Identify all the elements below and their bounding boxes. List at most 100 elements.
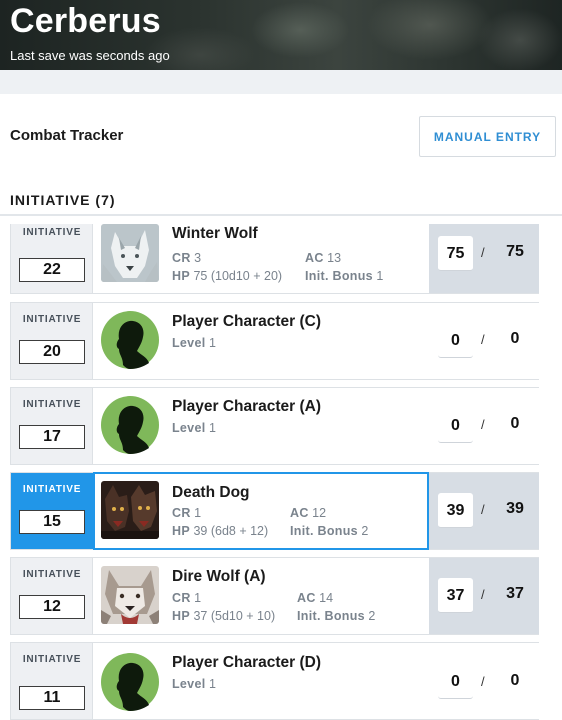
initiative-cell: INITIATIVE 12 <box>11 558 93 634</box>
cr-stat: CR 1 <box>172 506 201 520</box>
initiative-input[interactable]: 22 <box>19 258 85 282</box>
player-silhouette-icon <box>101 311 159 369</box>
combatant-info[interactable]: Dire Wolf (A) CR 1 AC 14 HP 37 (5d10 + 1… <box>93 558 429 634</box>
init-bonus-stat: Init. Bonus 2 <box>290 524 368 538</box>
initiative-cell: INITIATIVE 15 <box>11 473 93 549</box>
cr-value: 1 <box>194 506 202 520</box>
init-bonus-label: Init. Bonus <box>290 524 358 538</box>
initiative-input[interactable]: 12 <box>19 595 85 619</box>
hp-label: HP <box>172 524 190 538</box>
hp-current-input[interactable]: 0 <box>438 664 473 699</box>
ac-value: 14 <box>319 591 334 605</box>
hp-current-input[interactable]: 75 <box>438 236 473 271</box>
init-bonus-value: 1 <box>376 269 384 283</box>
initiative-cell: INITIATIVE 17 <box>11 388 93 464</box>
header-divider <box>0 70 562 94</box>
save-status: Last save was seconds ago <box>10 48 170 63</box>
hp-stat: HP 39 (6d8 + 12) <box>172 524 268 538</box>
combatant-info[interactable]: Player Character (D) Level 1 <box>93 643 429 719</box>
hp-cell: 0 / 0 <box>429 303 539 379</box>
cr-value: 1 <box>194 591 202 605</box>
combatant-name: Player Character (D) <box>172 654 322 671</box>
level-label: Level <box>172 677 206 691</box>
init-bonus-label: Init. Bonus <box>297 609 365 623</box>
hp-current-input[interactable]: 0 <box>438 408 473 443</box>
hp-cell: 37 / 37 <box>429 558 539 634</box>
hp-stat: HP 37 (5d10 + 10) <box>172 609 275 623</box>
level-value: 1 <box>208 421 216 435</box>
initiative-label: INITIATIVE <box>22 654 82 665</box>
hp-separator: / <box>481 502 485 517</box>
init-bonus-stat: Init. Bonus 2 <box>297 609 375 623</box>
hp-cell: 75 / 75 <box>429 224 539 293</box>
hp-label: HP <box>172 269 190 283</box>
initiative-label: INITIATIVE <box>22 569 82 580</box>
hp-cell: 39 / 39 <box>429 473 539 549</box>
initiative-input[interactable]: 11 <box>19 686 85 710</box>
ac-stat: AC 13 <box>305 251 341 265</box>
page-title: Combat Tracker <box>10 127 124 144</box>
encounter-title: Cerberus <box>10 2 161 40</box>
hp-stat: HP 75 (10d10 + 20) <box>172 269 282 283</box>
hp-current-input[interactable]: 0 <box>438 323 473 358</box>
combatant-name: Death Dog <box>172 484 250 501</box>
level-stat: Level 1 <box>172 677 216 691</box>
combatant-row-active[interactable]: INITIATIVE 15 Death Dog CR 1 AC 12 HP 39… <box>10 472 539 550</box>
cr-value: 3 <box>194 251 202 265</box>
winter-wolf-portrait <box>101 224 159 282</box>
hp-max: 39 <box>506 500 524 517</box>
initiative-cell: INITIATIVE 22 <box>11 224 93 293</box>
combatant-row[interactable]: INITIATIVE 20 Player Character (C) Level… <box>10 302 539 380</box>
initiative-heading: INITIATIVE (7) <box>10 192 116 208</box>
combatant-row[interactable]: INITIATIVE 11 Player Character (D) Level… <box>10 642 539 720</box>
combatant-name: Player Character (A) <box>172 398 322 415</box>
cr-label: CR <box>172 591 191 605</box>
manual-entry-button[interactable]: MANUAL ENTRY <box>419 116 556 157</box>
hp-current-input[interactable]: 37 <box>438 578 473 613</box>
ac-label: AC <box>297 591 316 605</box>
level-stat: Level 1 <box>172 421 216 435</box>
init-bonus-value: 2 <box>368 609 376 623</box>
combatant-name: Dire Wolf (A) <box>172 568 266 585</box>
level-stat: Level 1 <box>172 336 216 350</box>
initiative-label: INITIATIVE <box>22 399 82 410</box>
initiative-label: INITIATIVE <box>22 484 82 495</box>
death-dog-portrait <box>101 481 159 539</box>
hp-separator: / <box>481 674 485 689</box>
divider <box>0 214 562 216</box>
initiative-label: INITIATIVE <box>22 314 82 325</box>
hp-separator: / <box>481 245 485 260</box>
player-silhouette-icon <box>101 396 159 454</box>
hp-max: 0 <box>510 330 520 347</box>
combatant-row[interactable]: INITIATIVE 12 Dire Wolf (A) CR 1 AC 14 H… <box>10 557 539 635</box>
hp-separator: / <box>481 417 485 432</box>
initiative-input[interactable]: 15 <box>19 510 85 534</box>
hp-label: HP <box>172 609 190 623</box>
cr-stat: CR 1 <box>172 591 201 605</box>
cr-label: CR <box>172 251 191 265</box>
hp-formula: 75 (10d10 + 20) <box>193 269 283 283</box>
ac-label: AC <box>305 251 324 265</box>
combatant-info[interactable]: Death Dog CR 1 AC 12 HP 39 (6d8 + 12) In… <box>93 472 429 550</box>
hp-cell: 0 / 0 <box>429 643 539 719</box>
combatant-row[interactable]: INITIATIVE 22 Winter Wolf CR 3 AC 13 HP … <box>10 224 539 294</box>
combatant-row[interactable]: INITIATIVE 17 Player Character (A) Level… <box>10 387 539 465</box>
initiative-cell: INITIATIVE 11 <box>11 643 93 719</box>
dire-wolf-portrait <box>101 566 159 624</box>
hp-max: 75 <box>506 243 524 260</box>
hp-separator: / <box>481 587 485 602</box>
level-value: 1 <box>208 336 216 350</box>
combatant-info[interactable]: Player Character (C) Level 1 <box>93 303 429 379</box>
level-label: Level <box>172 336 206 350</box>
level-value: 1 <box>208 677 216 691</box>
combatant-info[interactable]: Winter Wolf CR 3 AC 13 HP 75 (10d10 + 20… <box>93 224 429 293</box>
initiative-input[interactable]: 17 <box>19 425 85 449</box>
initiative-input[interactable]: 20 <box>19 340 85 364</box>
hp-current-input[interactable]: 39 <box>438 493 473 528</box>
cr-label: CR <box>172 506 191 520</box>
initiative-label: INITIATIVE <box>22 227 82 238</box>
init-bonus-label: Init. Bonus <box>305 269 373 283</box>
combatant-info[interactable]: Player Character (A) Level 1 <box>93 388 429 464</box>
initiative-cell: INITIATIVE 20 <box>11 303 93 379</box>
hp-max: 37 <box>506 585 524 602</box>
